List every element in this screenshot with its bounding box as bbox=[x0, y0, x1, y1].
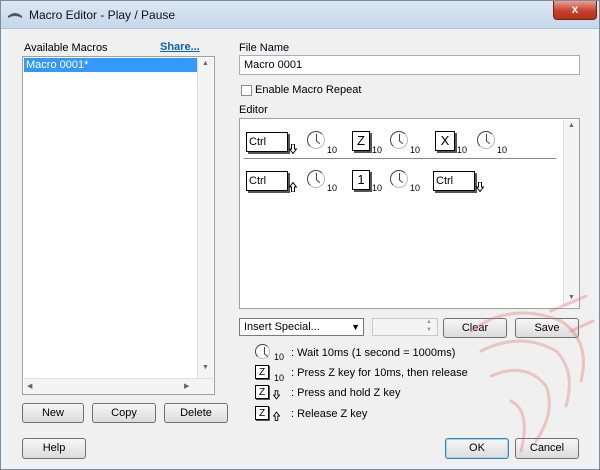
cancel-button[interactable]: Cancel bbox=[515, 438, 579, 459]
editor-label: Editor bbox=[239, 104, 268, 116]
title-bar: Macro Editor - Play / Pause x bbox=[1, 1, 599, 29]
delay-value: 10 bbox=[457, 145, 468, 155]
x-key[interactable]: X bbox=[435, 131, 455, 151]
macro-editor-window: Macro Editor - Play / Pause x Available … bbox=[0, 0, 600, 470]
clock-icon bbox=[477, 131, 495, 149]
ctrl-key[interactable]: Ctrl bbox=[246, 132, 288, 152]
scroll-up-icon[interactable]: ▲ bbox=[198, 60, 213, 67]
dialog-content: Available Macros Share... Macro 0001* ▲ … bbox=[8, 29, 592, 463]
macro-list-vscrollbar[interactable]: ▲ ▼ bbox=[197, 58, 213, 378]
delay-value: 10 bbox=[410, 145, 421, 155]
clock-icon bbox=[255, 344, 270, 359]
editor-vscrollbar[interactable]: ▲ ▼ bbox=[563, 120, 579, 307]
scroll-up-icon[interactable]: ▲ bbox=[564, 122, 579, 129]
one-key[interactable]: 1 bbox=[352, 170, 370, 190]
share-link[interactable]: Share... bbox=[160, 41, 200, 53]
clear-button[interactable]: Clear bbox=[443, 318, 507, 338]
delay-value: 10 bbox=[327, 145, 338, 155]
help-button[interactable]: Help bbox=[22, 438, 86, 459]
enable-repeat-checkbox[interactable] bbox=[241, 85, 252, 96]
close-button[interactable]: x bbox=[553, 1, 597, 20]
file-name-label: File Name bbox=[239, 42, 290, 54]
new-button[interactable]: New bbox=[22, 403, 84, 423]
clock-icon bbox=[307, 170, 325, 188]
delay-value: 10 bbox=[497, 145, 508, 155]
chevron-down-icon: ▼ bbox=[351, 322, 360, 332]
delay-value: 10 bbox=[372, 183, 383, 193]
macro-list[interactable]: Macro 0001* ▲ ▼ ◀ ▶ bbox=[22, 56, 215, 395]
legend-release-text: : Release Z key bbox=[291, 408, 368, 420]
legend-press-text: : Press Z key for 10ms, then release bbox=[291, 367, 468, 379]
clock-icon bbox=[307, 131, 325, 149]
delay-value: 10 bbox=[372, 145, 383, 155]
macro-editor-area[interactable]: Ctrl 10 Z 10 10 X 10 10 Ctrl 10 1 10 10 … bbox=[239, 118, 580, 309]
delete-button[interactable]: Delete bbox=[164, 403, 228, 423]
available-macros-label: Available Macros bbox=[24, 42, 108, 54]
legend-hold-text: : Press and hold Z key bbox=[291, 387, 401, 399]
legend-z-key: Z bbox=[255, 365, 269, 379]
key-up-arrow-icon bbox=[273, 411, 280, 421]
legend-delay-sub: 10 bbox=[274, 352, 285, 362]
window-title: Macro Editor - Play / Pause bbox=[29, 8, 176, 22]
key-up-arrow-icon bbox=[289, 182, 297, 192]
insert-special-dropdown[interactable]: Insert Special... ▼ bbox=[239, 318, 364, 336]
clock-icon bbox=[390, 131, 408, 149]
enable-repeat-label: Enable Macro Repeat bbox=[255, 84, 362, 96]
insert-special-value: Insert Special... bbox=[244, 321, 320, 333]
save-button[interactable]: Save bbox=[515, 318, 579, 338]
scroll-left-icon[interactable]: ◀ bbox=[27, 382, 32, 390]
legend-press-sub: 10 bbox=[274, 373, 285, 383]
legend-wait-text: : Wait 10ms (1 second = 1000ms) bbox=[291, 347, 456, 359]
legend-z-key: Z bbox=[255, 385, 269, 399]
copy-button[interactable]: Copy bbox=[92, 403, 156, 423]
list-item[interactable]: Macro 0001* bbox=[24, 58, 212, 72]
scroll-right-icon[interactable]: ▶ bbox=[184, 382, 189, 390]
scroll-down-icon[interactable]: ▼ bbox=[198, 364, 213, 371]
file-name-field[interactable]: Macro 0001 bbox=[239, 55, 580, 75]
spin-down-icon[interactable]: ▼ bbox=[426, 327, 432, 333]
ctrl-key[interactable]: Ctrl bbox=[433, 171, 475, 191]
scroll-down-icon[interactable]: ▼ bbox=[564, 294, 579, 301]
delay-value: 10 bbox=[410, 183, 421, 193]
ctrl-key[interactable]: Ctrl bbox=[246, 171, 288, 191]
key-down-arrow-icon bbox=[289, 144, 297, 154]
row-divider bbox=[244, 158, 556, 159]
z-key[interactable]: Z bbox=[352, 131, 370, 151]
key-down-arrow-icon bbox=[476, 182, 484, 192]
spin-up-icon[interactable]: ▲ bbox=[426, 319, 432, 325]
delay-spinner[interactable]: ▲ ▼ bbox=[372, 318, 438, 336]
ok-button[interactable]: OK bbox=[445, 438, 509, 459]
legend-z-key: Z bbox=[255, 406, 269, 420]
macro-list-hscrollbar[interactable]: ◀ ▶ bbox=[24, 378, 213, 394]
close-icon: x bbox=[571, 2, 579, 16]
app-icon bbox=[8, 13, 22, 18]
clock-icon bbox=[390, 170, 408, 188]
delay-value: 10 bbox=[327, 183, 338, 193]
key-down-arrow-icon bbox=[273, 390, 280, 400]
